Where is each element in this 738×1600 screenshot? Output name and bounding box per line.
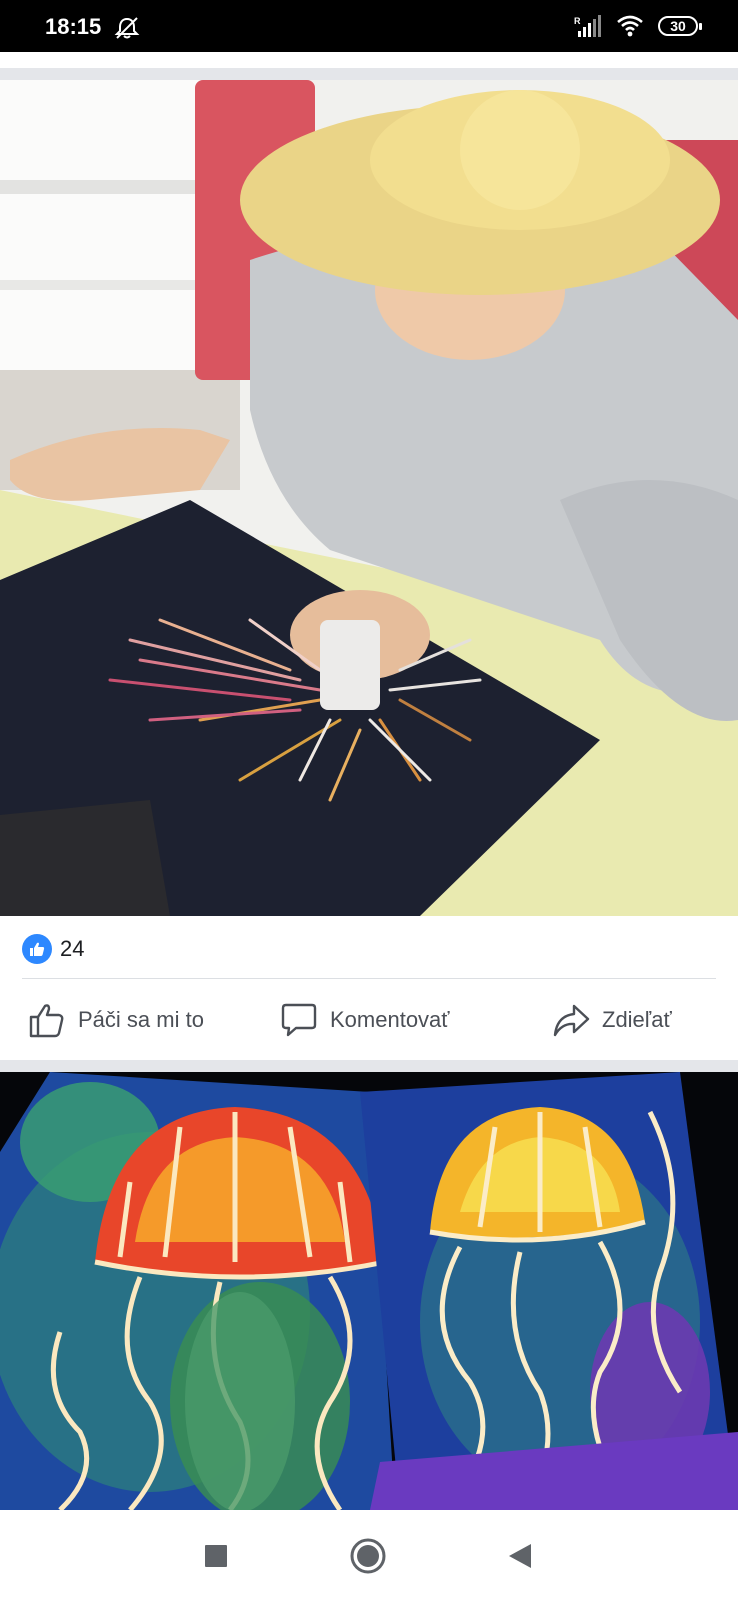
svg-text:R: R (574, 16, 581, 26)
post-actions: Páči sa mi to Komentovať Zdieľať (0, 996, 738, 1044)
like-button[interactable]: Páči sa mi to (28, 996, 204, 1044)
mute-icon (114, 17, 140, 39)
recents-button[interactable] (196, 1536, 236, 1576)
square-icon (205, 1545, 227, 1567)
comment-button-label: Komentovať (330, 1007, 450, 1032)
signal-icon: R (574, 15, 601, 37)
battery-icon: 30 (658, 16, 702, 36)
comment-button[interactable]: Komentovať (280, 996, 450, 1044)
like-button-label: Páči sa mi to (78, 1007, 204, 1032)
status-time: 18:15 (45, 14, 102, 39)
like-icon (22, 934, 52, 964)
post-photo-child-painting[interactable] (0, 80, 738, 916)
divider (22, 978, 716, 979)
wifi-icon (617, 15, 643, 37)
share-button-label: Zdieľať (602, 1007, 672, 1032)
circle-icon (350, 1538, 386, 1574)
thumbs-up-icon (29, 1004, 64, 1038)
home-button[interactable] (348, 1536, 388, 1576)
share-button[interactable]: Zdieľať (552, 996, 672, 1044)
share-icon (553, 1004, 590, 1037)
comment-icon (281, 1003, 317, 1037)
status-icons: R 30 (574, 14, 702, 38)
reaction-summary[interactable]: 24 (22, 934, 84, 964)
feed-separator (0, 68, 738, 80)
status-bar: 18:15 R 30 (0, 0, 738, 52)
battery-level: 30 (670, 18, 686, 34)
photo-jellyfish-paintings (0, 1072, 738, 1510)
triangle-back-icon (509, 1544, 531, 1568)
android-nav-bar (0, 1510, 738, 1600)
reaction-count: 24 (60, 936, 85, 961)
feed-separator (0, 1060, 738, 1072)
back-button[interactable] (500, 1536, 540, 1576)
photo-child-painting-jellyfish (0, 80, 738, 916)
post-photo-jellyfish-paintings[interactable] (0, 1072, 738, 1510)
